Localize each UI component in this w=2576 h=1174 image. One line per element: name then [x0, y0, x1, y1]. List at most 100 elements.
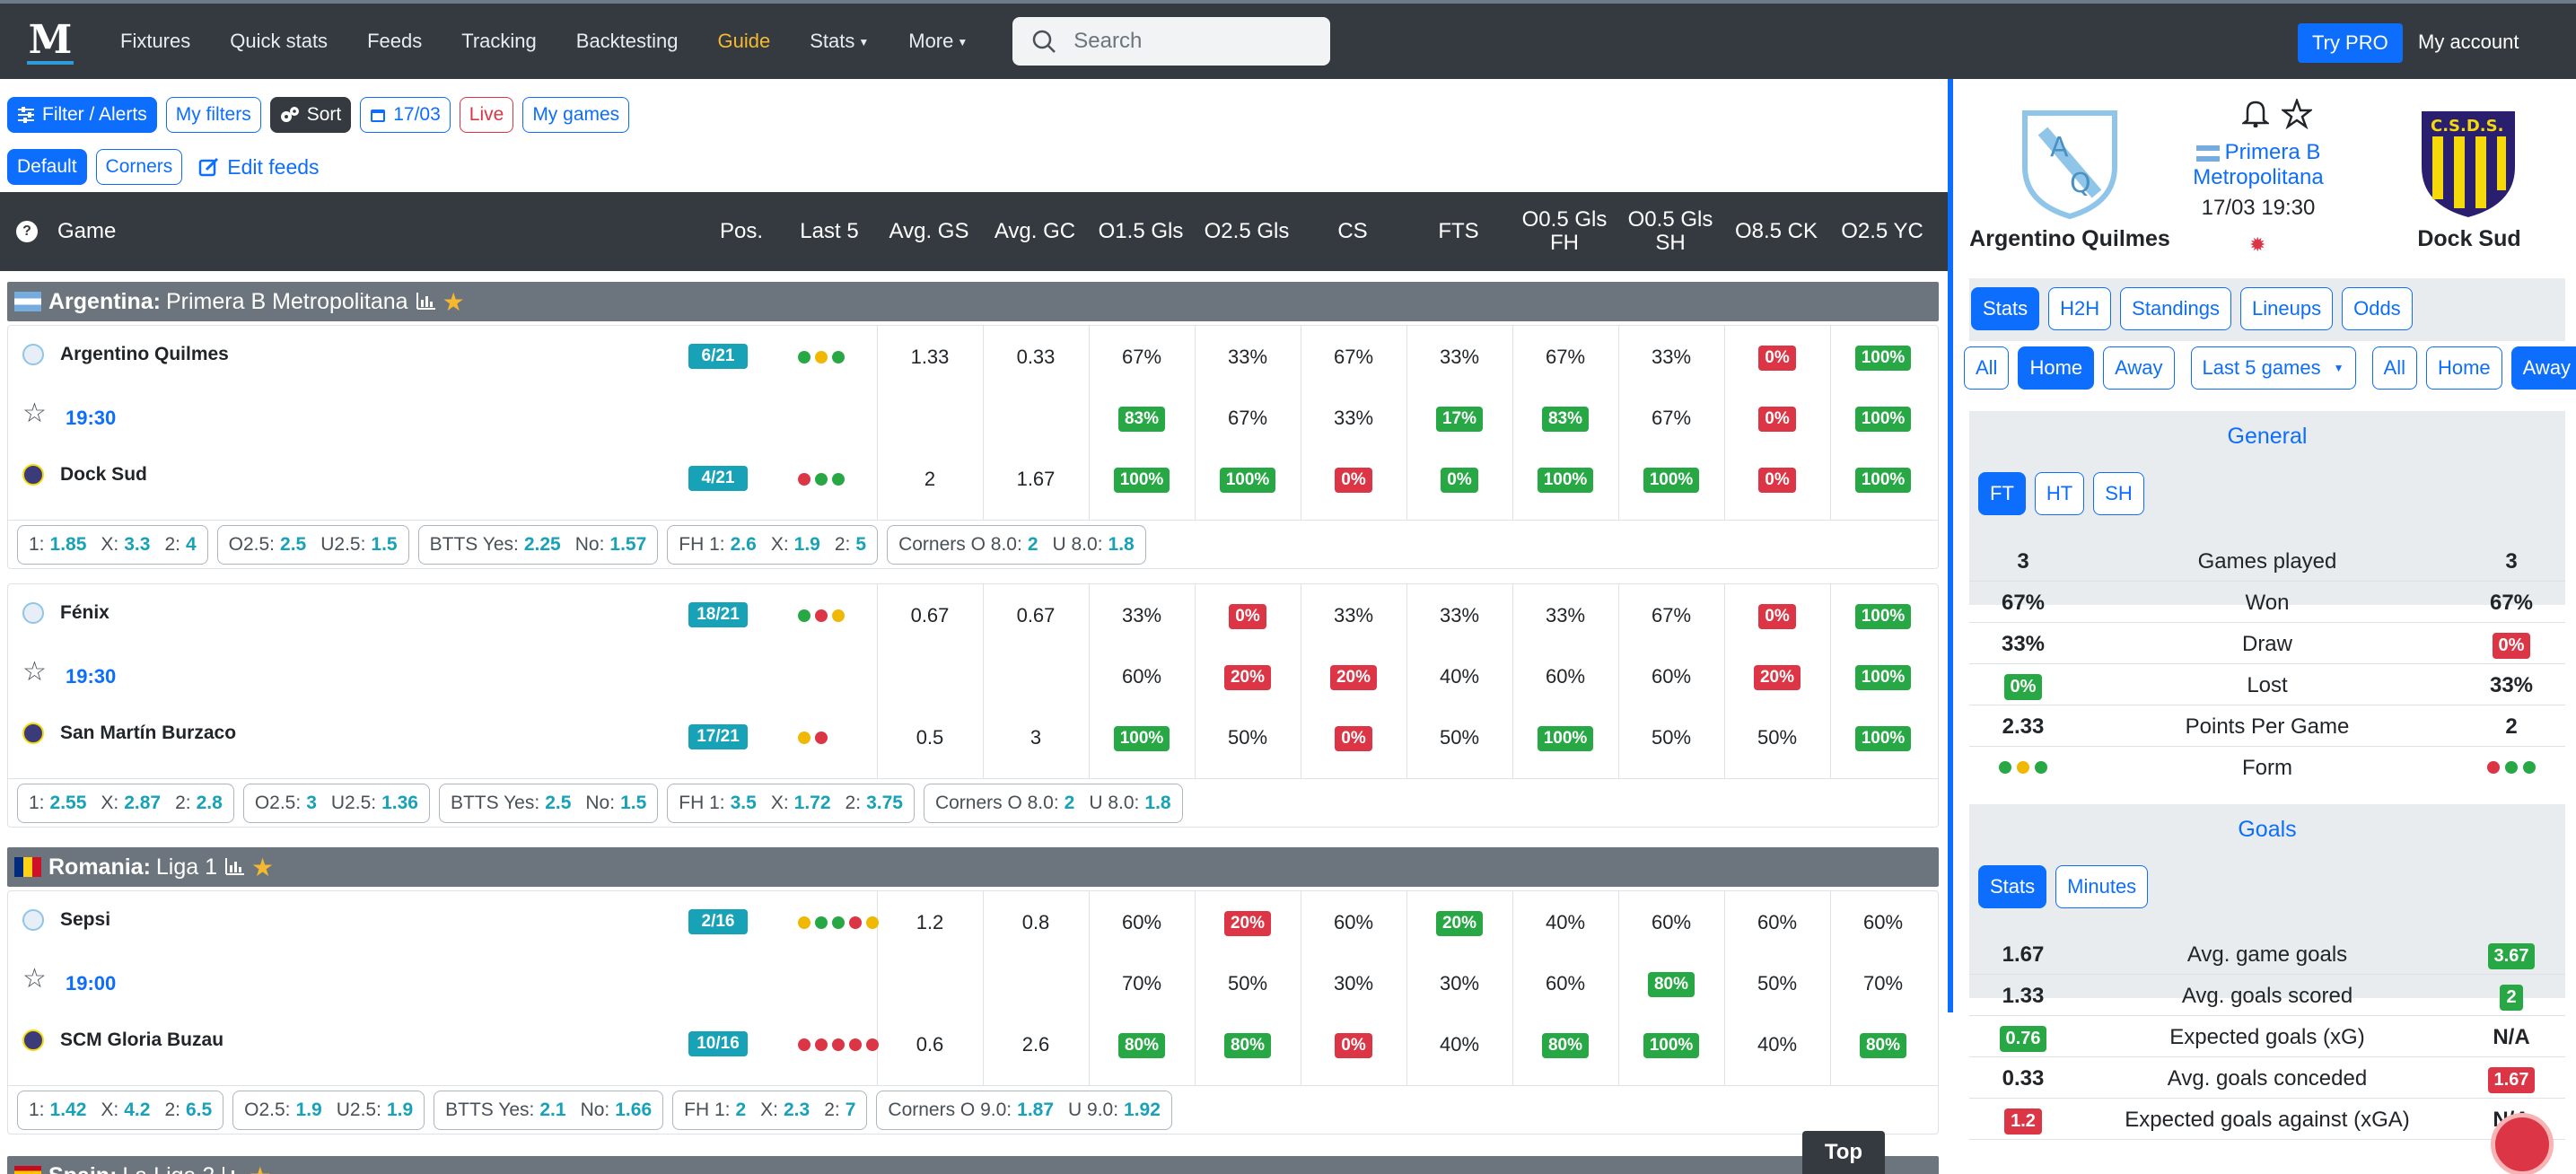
header-fts[interactable]: FTS — [1406, 192, 1511, 271]
odds-over-under[interactable]: O2.5: 2.5 U2.5: 1.5 — [216, 525, 409, 565]
header-o05sh[interactable]: O0.5 Gls SH — [1617, 192, 1723, 271]
league-star-icon[interactable]: ★ — [249, 1161, 271, 1174]
header-o05fh[interactable]: O0.5 Gls FH — [1511, 192, 1617, 271]
match-card[interactable]: Sepsi ☆ 19:00 SCM Gloria Buzau 2/16 10/1… — [7, 890, 1939, 1135]
goals-tab-stats[interactable]: Stats — [1978, 865, 2047, 908]
filter-alerts-button[interactable]: Filter / Alerts — [7, 97, 157, 133]
my-filters-button[interactable]: My filters — [165, 97, 261, 133]
nav-stats-dropdown[interactable]: Stats ▼ — [810, 30, 869, 53]
odds-first-half[interactable]: FH 1: 2.6 X: 1.9 2: 5 — [667, 525, 879, 565]
odds-btts[interactable]: BTTS Yes: 2.5 No: 1.5 — [438, 784, 659, 823]
help-icon[interactable]: ? — [16, 221, 38, 242]
goals-tab-minutes[interactable]: Minutes — [2055, 865, 2149, 908]
period-ft[interactable]: FT — [1978, 472, 2026, 515]
odds-first-half[interactable]: FH 1: 3.5 X: 1.72 2: 3.75 — [667, 784, 915, 823]
nav-quick-stats[interactable]: Quick stats — [230, 30, 328, 53]
match-card[interactable]: Argentino Quilmes ☆ 19:30 Dock Sud 6/21 … — [7, 325, 1939, 569]
favorite-match-star-icon[interactable]: ☆ — [22, 656, 47, 688]
header-o85ck[interactable]: O8.5 CK — [1723, 192, 1829, 271]
home-team[interactable]: Fénix — [21, 600, 110, 626]
search-input[interactable]: Search — [1012, 17, 1331, 66]
corners-feed-button[interactable]: Corners — [95, 149, 183, 185]
odds-1x2[interactable]: 1: 1.42 X: 4.2 2: 6.5 — [17, 1091, 224, 1130]
chart-icon[interactable] — [416, 293, 435, 311]
edit-feeds-link[interactable]: Edit feeds — [198, 155, 320, 180]
site-logo[interactable]: M — [27, 17, 74, 65]
games-count-select[interactable]: Last 5 games ▼ — [2190, 346, 2356, 390]
league-header[interactable]: Spain: La Liga 2 ★ — [7, 1156, 1939, 1174]
tab-odds[interactable]: Odds — [2342, 287, 2413, 330]
filter-home-home[interactable]: Home — [2018, 346, 2095, 390]
odds-btts[interactable]: BTTS Yes: 2.1 No: 1.66 — [434, 1091, 664, 1130]
notification-bell-button[interactable] — [2491, 1113, 2554, 1174]
away-team[interactable]: SCM Gloria Buzau — [21, 1028, 223, 1053]
filter-home-away[interactable]: Away — [2103, 346, 2175, 390]
filter-away-all[interactable]: All — [2371, 346, 2417, 390]
header-avg-gs[interactable]: Avg. GS — [876, 192, 982, 271]
league-header[interactable]: Romania: Liga 1 ★ — [7, 847, 1939, 887]
kickoff-time[interactable]: 19:30 — [66, 665, 116, 688]
header-o25[interactable]: O2.5 Gls — [1194, 192, 1300, 271]
my-account-link[interactable]: My account — [2418, 31, 2519, 54]
filter-away-away[interactable]: Away — [2510, 346, 2576, 390]
kickoff-time[interactable]: 19:00 — [66, 972, 116, 995]
odds-btts[interactable]: BTTS Yes: 2.25 No: 1.57 — [417, 525, 659, 565]
odds-label: No: — [580, 1100, 610, 1120]
odds-first-half[interactable]: FH 1: 2 X: 2.3 2: 7 — [672, 1091, 868, 1130]
match-league-link[interactable]: Primera B Metropolitana — [2169, 140, 2348, 190]
home-team[interactable]: Argentino Quilmes — [21, 342, 229, 367]
header-o25yc[interactable]: O2.5 YC — [1829, 192, 1935, 271]
nav-tracking[interactable]: Tracking — [461, 30, 537, 53]
tab-h2h[interactable]: H2H — [2048, 287, 2112, 330]
filter-home-all[interactable]: All — [1964, 346, 2010, 390]
live-button[interactable]: Live — [459, 97, 514, 133]
odds-over-under[interactable]: O2.5: 3 U2.5: 1.36 — [242, 784, 430, 823]
nav-more-dropdown[interactable]: More ▼ — [908, 30, 968, 53]
stat-value: 67% — [1651, 407, 1692, 429]
chart-icon[interactable] — [222, 1167, 241, 1174]
odds-corners[interactable]: Corners O 9.0: 1.87 U 9.0: 1.92 — [876, 1091, 1172, 1130]
filter-away-home[interactable]: Home — [2425, 346, 2502, 390]
header-o15[interactable]: O1.5 Gls — [1088, 192, 1194, 271]
nav-guide[interactable]: Guide — [718, 30, 771, 53]
stat-value: 0% — [1758, 346, 1796, 371]
sort-button[interactable]: Sort — [269, 97, 352, 133]
scroll-top-button[interactable]: Top — [1802, 1131, 1885, 1174]
tab-standings[interactable]: Standings — [2120, 287, 2232, 330]
away-team[interactable]: Dock Sud — [21, 462, 147, 487]
chart-icon[interactable] — [224, 858, 245, 876]
bell-icon[interactable] — [2242, 99, 2269, 127]
my-games-button[interactable]: My games — [522, 97, 630, 133]
default-feed-button[interactable]: Default — [7, 149, 87, 185]
tab-stats[interactable]: Stats — [1971, 287, 2040, 330]
date-picker-button[interactable]: 17/03 — [360, 97, 451, 133]
nav-feeds[interactable]: Feeds — [367, 30, 422, 53]
period-sh[interactable]: SH — [2093, 472, 2144, 515]
away-team[interactable]: San Martín Burzaco — [21, 721, 236, 746]
try-pro-button[interactable]: Try PRO — [2298, 23, 2403, 63]
home-team[interactable]: Sepsi — [21, 907, 110, 933]
header-pos[interactable]: Pos. — [700, 192, 783, 271]
odds-corners[interactable]: Corners O 8.0: 2 U 8.0: 1.8 — [923, 784, 1183, 823]
odds-1x2[interactable]: 1: 2.55 X: 2.87 2: 2.8 — [17, 784, 234, 823]
odds-1x2[interactable]: 1: 1.85 X: 3.3 2: 4 — [17, 525, 208, 565]
kickoff-time[interactable]: 19:30 — [66, 407, 116, 430]
stat-cell: 60% — [1520, 972, 1610, 995]
odds-over-under[interactable]: O2.5: 1.9 U2.5: 1.9 — [232, 1091, 425, 1130]
header-avg-gc[interactable]: Avg. GC — [982, 192, 1088, 271]
match-card[interactable]: Fénix ☆ 19:30 San Martín Burzaco 18/21 1… — [7, 583, 1939, 828]
favorite-match-star-icon[interactable]: ☆ — [22, 398, 47, 429]
nav-fixtures[interactable]: Fixtures — [120, 30, 190, 53]
league-star-icon[interactable]: ★ — [251, 853, 274, 882]
period-ht[interactable]: HT — [2034, 472, 2085, 515]
nav-backtesting[interactable]: Backtesting — [576, 30, 679, 53]
header-last5[interactable]: Last 5 — [783, 192, 876, 271]
tab-lineups[interactable]: Lineups — [2240, 287, 2334, 330]
league-star-icon[interactable]: ★ — [442, 287, 465, 317]
stat-cell: 67% — [1097, 346, 1187, 369]
favorite-star-icon[interactable] — [2282, 99, 2312, 129]
odds-corners[interactable]: Corners O 8.0: 2 U 8.0: 1.8 — [887, 525, 1146, 565]
header-cs[interactable]: CS — [1300, 192, 1406, 271]
favorite-match-star-icon[interactable]: ☆ — [22, 963, 47, 994]
league-header[interactable]: Argentina: Primera B Metropolitana ★ — [7, 282, 1939, 321]
